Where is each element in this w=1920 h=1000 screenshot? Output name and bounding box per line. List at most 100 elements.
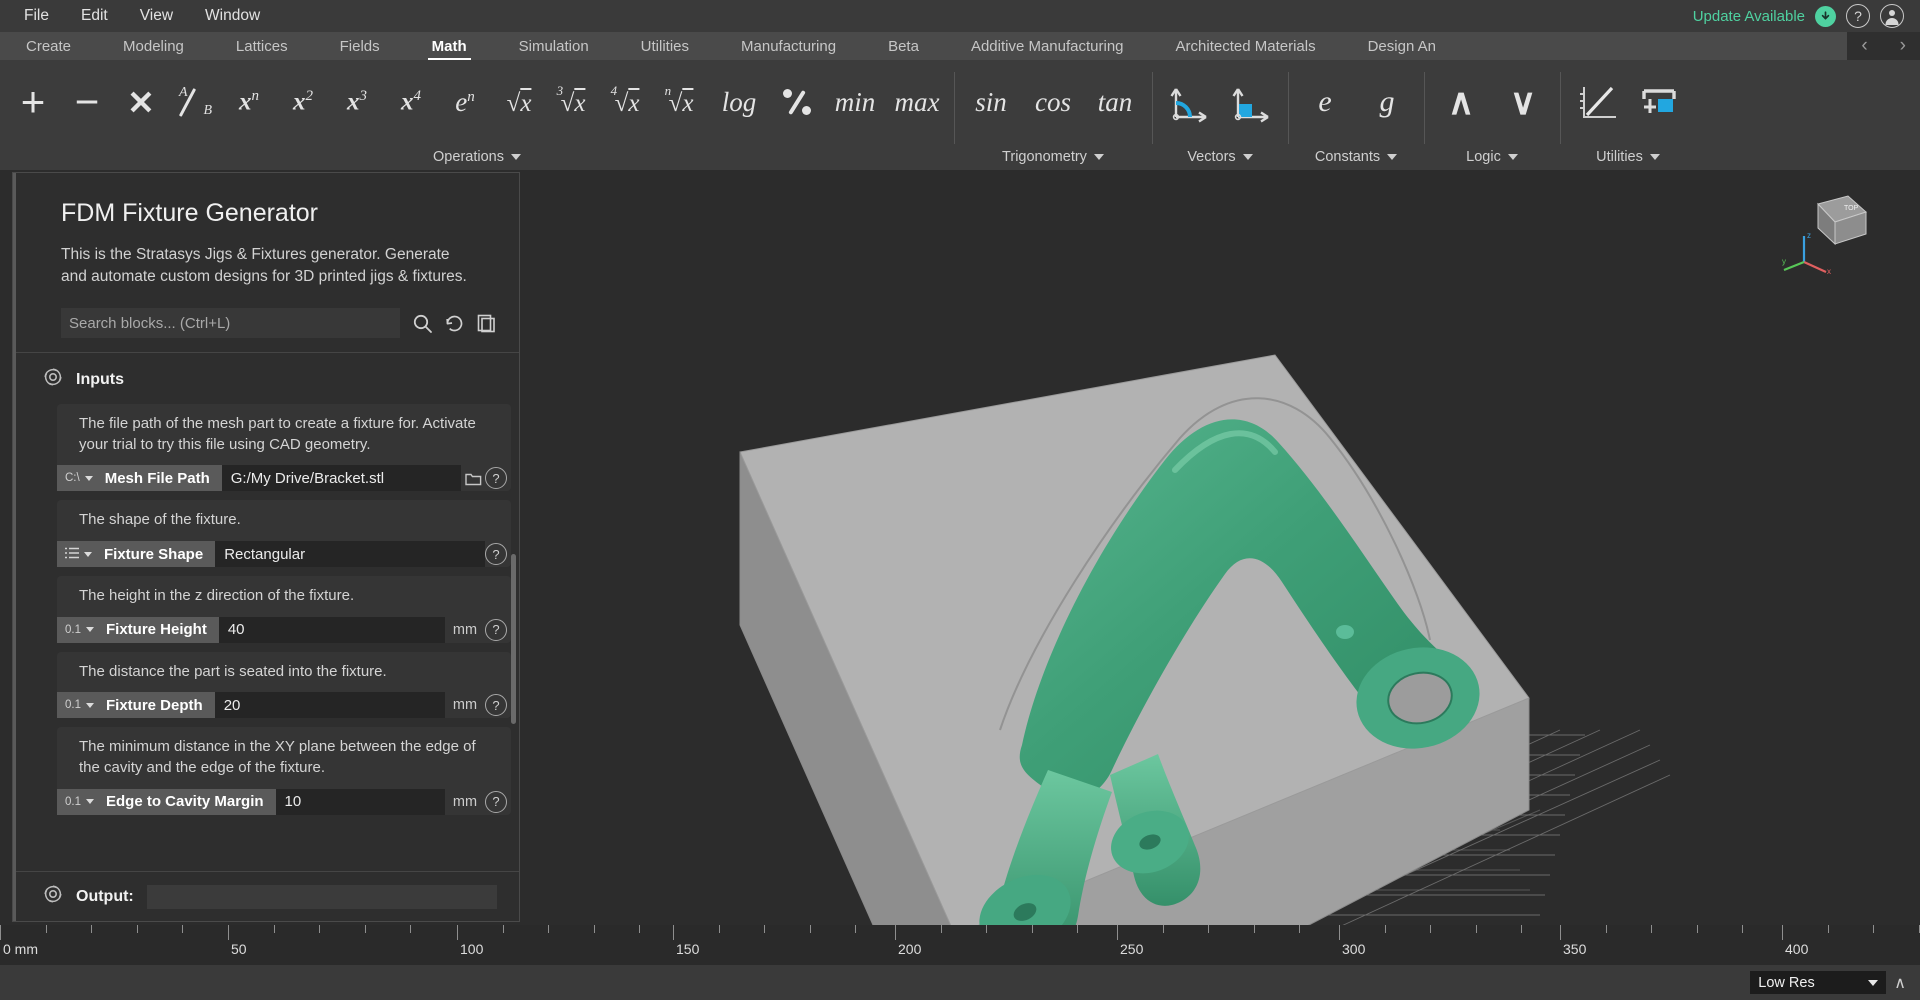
history-icon[interactable] <box>444 313 465 334</box>
tab-create[interactable]: Create <box>0 32 97 60</box>
add-operator[interactable]: + <box>6 71 60 133</box>
tab-scroll-left-icon[interactable]: ‹ <box>1853 35 1875 57</box>
exponential-operator[interactable]: en <box>438 71 492 133</box>
download-update-icon[interactable] <box>1815 5 1836 27</box>
ruler-tick-major <box>895 925 896 940</box>
cosine-operator[interactable]: cos <box>1022 71 1084 133</box>
view-cube[interactable]: TOP z x y <box>1782 192 1872 278</box>
menu-view[interactable]: View <box>124 0 189 32</box>
input-help-icon[interactable]: ? <box>485 467 507 490</box>
ruler-tick-minor <box>136 925 138 933</box>
tab-math[interactable]: Math <box>406 32 493 60</box>
resolution-select[interactable]: Low Res <box>1750 971 1887 994</box>
account-icon[interactable] <box>1880 4 1904 28</box>
ribbon-group-label-operations[interactable]: Operations <box>0 144 954 170</box>
ribbon-group-label-utilities[interactable]: Utilities <box>1560 144 1696 170</box>
input-value-fixture-height[interactable]: 40 <box>218 616 445 643</box>
tab-beta[interactable]: Beta <box>862 32 945 60</box>
tab-architected-materials[interactable]: Architected Materials <box>1150 32 1342 60</box>
search-input[interactable]: Search blocks... (Ctrl+L) <box>61 308 400 338</box>
multiply-operator[interactable]: ✕ <box>114 71 168 133</box>
ribbon-toolbar: + − ✕ AB xn x2 x3 x4 en √x 3 √x 4 √x n √… <box>0 60 1920 170</box>
menu-edit[interactable]: Edit <box>65 0 124 32</box>
input-help-text: The height in the z direction of the fix… <box>79 587 355 605</box>
ruler-tick-major <box>1117 925 1118 940</box>
vector-angle-icon[interactable] <box>1158 71 1220 133</box>
tab-manufacturing[interactable]: Manufacturing <box>715 32 862 60</box>
nth-root-operator[interactable]: n √x <box>654 71 708 133</box>
tab-scroll-right-icon[interactable]: › <box>1892 35 1914 57</box>
sine-operator[interactable]: sin <box>960 71 1022 133</box>
input-value-fixture-shape[interactable]: Rectangular <box>215 541 485 568</box>
tab-modeling[interactable]: Modeling <box>97 32 210 60</box>
input-help-icon[interactable]: ? <box>485 543 507 566</box>
view-cube-top-label: TOP <box>1844 205 1859 212</box>
chevron-down-icon <box>84 551 92 557</box>
ribbon-group-trigonometry: sin cos tan Trigonometry <box>954 60 1152 170</box>
constant-g[interactable]: g <box>1356 71 1418 133</box>
bounding-box-icon[interactable] <box>1628 71 1690 133</box>
max-operator[interactable]: max <box>886 71 948 133</box>
power-2-operator[interactable]: x2 <box>276 71 330 133</box>
min-operator[interactable]: min <box>824 71 886 133</box>
ribbon-group-label-trigonometry[interactable]: Trigonometry <box>954 144 1152 170</box>
input-type-badge[interactable] <box>57 541 100 568</box>
ribbon-group-label-constants[interactable]: Constants <box>1288 144 1424 170</box>
ruler-tick-minor <box>319 925 321 933</box>
logic-or-operator[interactable]: ∨ <box>1492 71 1554 133</box>
tab-simulation[interactable]: Simulation <box>493 32 615 60</box>
power-4-operator[interactable]: x4 <box>384 71 438 133</box>
tab-utilities[interactable]: Utilities <box>615 32 715 60</box>
input-value-edge-to-cavity-margin[interactable]: 10 <box>275 788 445 815</box>
percent-operator[interactable] <box>770 71 824 133</box>
input-help-icon[interactable]: ? <box>485 790 507 813</box>
search-icon[interactable] <box>412 313 433 334</box>
divide-operator[interactable]: AB <box>168 71 222 133</box>
cube-root-operator[interactable]: 3 √x <box>546 71 600 133</box>
tab-fields[interactable]: Fields <box>314 32 406 60</box>
ruler-tick-minor <box>940 925 942 933</box>
input-help-text: The shape of the fixture. <box>79 511 241 529</box>
update-available-label[interactable]: Update Available <box>1693 8 1805 25</box>
menu-file[interactable]: File <box>8 0 65 32</box>
input-block-edge-to-cavity-margin: The minimum distance in the XY plane bet… <box>57 727 511 815</box>
ribbon-group-label-vectors[interactable]: Vectors <box>1152 144 1288 170</box>
output-value-field[interactable] <box>146 884 497 909</box>
input-type-badge[interactable]: 0.1 <box>57 788 102 815</box>
search-placeholder: Search blocks... (Ctrl+L) <box>69 314 231 332</box>
panel-scrollbar[interactable] <box>511 554 516 724</box>
vector-perpendicular-icon[interactable] <box>1220 71 1282 133</box>
power-n-operator[interactable]: xn <box>222 71 276 133</box>
input-value-mesh-file-path[interactable]: G:/My Drive/Bracket.stl <box>221 465 461 492</box>
input-control-row: Fixture Shape Rectangular ? <box>57 541 511 568</box>
logic-and-operator[interactable]: ∧ <box>1430 71 1492 133</box>
fourth-root-operator[interactable]: 4 √x <box>600 71 654 133</box>
ruler-tick-minor <box>1208 925 1210 933</box>
copy-icon[interactable] <box>476 313 497 334</box>
square-root-operator[interactable]: √x <box>492 71 546 133</box>
help-icon[interactable]: ? <box>1846 4 1870 28</box>
tab-additive-manufacturing[interactable]: Additive Manufacturing <box>945 32 1150 60</box>
constant-e[interactable]: e <box>1294 71 1356 133</box>
input-help-icon[interactable]: ? <box>485 694 507 717</box>
svg-text:z: z <box>1807 231 1811 240</box>
ruler-label: 50 <box>231 941 247 957</box>
input-type-badge[interactable]: C:\ <box>57 465 101 492</box>
ribbon-group-label-logic[interactable]: Logic <box>1424 144 1560 170</box>
tangent-operator[interactable]: tan <box>1084 71 1146 133</box>
menu-window[interactable]: Window <box>189 0 276 32</box>
input-type-badge[interactable]: 0.1 <box>57 616 102 643</box>
power-3-operator[interactable]: x3 <box>330 71 384 133</box>
tab-lattices[interactable]: Lattices <box>210 32 314 60</box>
input-value-fixture-depth[interactable]: 20 <box>214 692 445 719</box>
inputs-section-header[interactable]: Inputs <box>13 352 519 404</box>
input-help-icon[interactable]: ? <box>485 618 507 641</box>
collapse-panel-icon[interactable]: ∧ <box>1894 973 1906 993</box>
browse-folder-icon[interactable] <box>461 471 485 486</box>
subtract-operator[interactable]: − <box>60 71 114 133</box>
input-type-badge[interactable]: 0.1 <box>57 692 102 719</box>
graph-plot-icon[interactable] <box>1566 71 1628 133</box>
tab-design-analysis[interactable]: Design An <box>1342 32 1436 60</box>
horizontal-ruler[interactable]: 0 mm 50 100 150 200 250 300 350 400 <box>0 925 1920 965</box>
log-operator[interactable]: log <box>708 71 770 133</box>
